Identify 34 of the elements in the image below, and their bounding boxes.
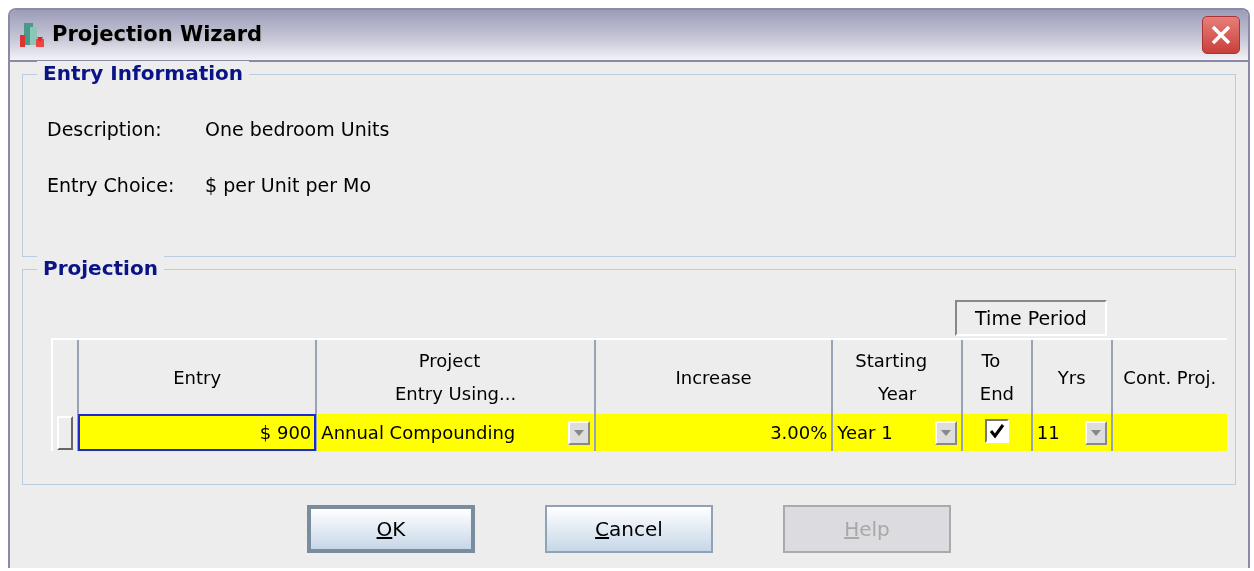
- dropdown-button[interactable]: [567, 420, 590, 445]
- column-header: Cont. Proj.: [1111, 339, 1227, 414]
- dropdown-button[interactable]: [1084, 420, 1107, 445]
- dialog-button[interactable]: Cancel: [545, 505, 713, 553]
- caret-icon: [941, 429, 951, 436]
- close-icon: [1210, 24, 1232, 46]
- dropdown-value[interactable]: 11: [1036, 419, 1060, 446]
- buildings-icon: [18, 21, 46, 49]
- dropdown-value[interactable]: Year 1: [837, 419, 893, 446]
- section-title: Entry Information: [37, 61, 250, 85]
- caret-icon: [573, 429, 584, 436]
- dropdown-value[interactable]: Annual Compounding: [321, 419, 516, 446]
- column-header: To End: [962, 339, 1032, 414]
- close-button[interactable]: [1202, 16, 1240, 54]
- field-value: $ per Unit per Mo: [205, 172, 372, 198]
- ok-button[interactable]: OK: [307, 505, 475, 553]
- check-icon: [988, 423, 1005, 439]
- column-header: Starting Year: [832, 339, 962, 414]
- window-title: Projection Wizard: [52, 21, 263, 49]
- column-header: Entry: [78, 339, 317, 414]
- field-value: One bedroom Units: [205, 117, 390, 142]
- row-header[interactable]: [57, 415, 73, 450]
- column-header: Increase: [594, 339, 833, 414]
- column-header: Yrs: [1031, 339, 1112, 414]
- field-label: Entry Choice:: [46, 172, 176, 198]
- dropdown-button[interactable]: [935, 420, 957, 445]
- caret-icon: [1090, 429, 1101, 436]
- checkbox[interactable]: [984, 419, 1009, 443]
- table-cell[interactable]: $ 900: [78, 414, 317, 451]
- table-cell[interactable]: 3.00%: [594, 414, 833, 451]
- field-label: Description:: [46, 117, 163, 142]
- section-title: Projection: [37, 256, 164, 280]
- column-header: Project Entry Using...: [316, 339, 595, 414]
- column-group-header: Time Period: [955, 300, 1107, 336]
